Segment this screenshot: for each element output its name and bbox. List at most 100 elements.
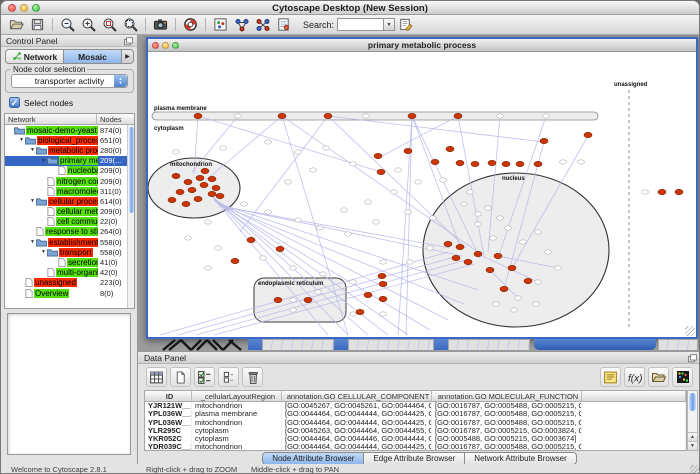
network-node-red[interactable] <box>524 278 532 283</box>
network-node-red[interactable] <box>194 196 202 201</box>
tree-row[interactable]: mosaic-demo-yeast874(0) <box>5 125 134 135</box>
table-row[interactable]: YLR295Ccytoplasm[GO:0045263, GO:0044464,… <box>145 427 686 435</box>
background-window-fragment[interactable] <box>658 339 698 350</box>
network-node-white[interactable] <box>535 280 542 284</box>
background-network-fragment[interactable] <box>161 339 246 351</box>
network-node-white[interactable] <box>578 160 585 164</box>
network-node-white[interactable] <box>415 180 422 184</box>
tree-row[interactable]: cell communicat22(0) <box>5 217 134 227</box>
table-row[interactable]: YPL036W__2plasma membrane[GO:0044464, GO… <box>145 410 686 418</box>
network-node-red[interactable] <box>168 197 176 202</box>
network-node-white[interactable] <box>380 312 387 316</box>
attr-table-icon[interactable] <box>146 367 167 387</box>
network-node-red[interactable] <box>404 148 412 153</box>
search-config-icon[interactable] <box>395 16 416 34</box>
tree-row[interactable]: ▼establishment of lo558(0) <box>5 237 134 247</box>
network-node-red[interactable] <box>379 296 387 301</box>
table-row[interactable]: YPL036W__1mitochondrion[GO:0044464, GO:0… <box>145 419 686 427</box>
network-node-white[interactable] <box>461 202 468 206</box>
tree-row[interactable]: Overview8(0) <box>5 288 134 298</box>
table-row[interactable]: YJR121W__1mitochondrion[GO:0045267, GO:0… <box>145 402 686 410</box>
network-node-red[interactable] <box>584 132 592 137</box>
new-attr-icon[interactable] <box>170 367 191 387</box>
network-node-red[interactable] <box>454 113 462 118</box>
function-icon[interactable]: f(x) <box>624 367 645 387</box>
network-node-white[interactable] <box>497 114 504 118</box>
table-row[interactable]: YDR039C__1mitochondrion[GO:0044464, GO:0… <box>145 443 686 451</box>
background-window-fragment[interactable] <box>248 339 262 350</box>
zoom-selected-icon[interactable] <box>99 16 120 34</box>
network-node-red[interactable] <box>378 273 386 278</box>
tree-row[interactable]: ▼cellular process614(0) <box>5 196 134 206</box>
matrix-icon[interactable] <box>672 367 693 387</box>
float-panel-icon[interactable] <box>123 37 134 46</box>
background-window-fragment[interactable] <box>348 339 434 350</box>
network-node-red[interactable] <box>377 169 385 174</box>
network-node-white[interactable] <box>350 312 357 316</box>
expander-triangle-icon[interactable]: ▼ <box>29 239 36 245</box>
app-resize-grip[interactable] <box>690 465 700 474</box>
network-window-titlebar[interactable]: primary metabolic process <box>148 39 696 52</box>
background-window-fragment[interactable] <box>334 339 348 350</box>
network-node-white[interactable] <box>373 220 380 224</box>
network-node-white[interactable] <box>515 296 522 300</box>
network-node-white[interactable] <box>407 260 414 264</box>
network-node-red[interactable] <box>374 153 382 158</box>
layout-blue-icon[interactable] <box>231 16 252 34</box>
network-node-white[interactable] <box>391 190 398 194</box>
network-node-red[interactable] <box>188 187 196 192</box>
network-node-red[interactable] <box>379 281 387 286</box>
network-node-white[interactable] <box>265 210 272 214</box>
network-node-red[interactable] <box>488 160 496 165</box>
expander-triangle-icon[interactable]: ▼ <box>40 158 47 164</box>
network-node-white[interactable] <box>543 114 550 118</box>
network-node-red[interactable] <box>534 161 542 166</box>
network-node-red[interactable] <box>356 309 364 314</box>
network-node-white[interactable] <box>555 266 562 270</box>
network-node-white[interactable] <box>265 140 272 144</box>
background-window-fragment[interactable] <box>448 339 530 350</box>
network-node-white[interactable] <box>511 308 518 312</box>
network-node-white[interactable] <box>560 160 567 164</box>
network-node-red[interactable] <box>304 297 312 302</box>
tree-row[interactable]: cellular metabo209(0) <box>5 207 134 217</box>
network-node-white[interactable] <box>405 210 412 214</box>
network-node-red[interactable] <box>216 193 224 198</box>
select-nodes-checkbox[interactable]: ✓ <box>9 97 20 108</box>
network-node-white[interactable] <box>185 236 192 240</box>
network-node-red[interactable] <box>194 113 202 118</box>
scroll-down-icon[interactable]: ▼ <box>688 441 697 450</box>
network-node-red[interactable] <box>444 241 452 246</box>
network-node-red[interactable] <box>516 161 524 166</box>
network-node-white[interactable] <box>545 250 552 254</box>
tree-row[interactable]: ▼biological_process651(0) <box>5 135 134 145</box>
zoom-network-window-icon[interactable] <box>172 42 179 49</box>
network-node-white[interactable] <box>350 162 357 166</box>
tab-mosaic[interactable]: Mosaic <box>64 49 122 64</box>
zoom-in-icon[interactable] <box>78 16 99 34</box>
tree-row[interactable]: ▼primary metabo209(... <box>5 156 134 166</box>
birdseye-icon[interactable] <box>210 16 231 34</box>
network-node-white[interactable] <box>475 212 482 216</box>
background-window-fragment[interactable] <box>534 339 656 350</box>
network-node-red[interactable] <box>494 253 502 258</box>
network-node-red[interactable] <box>208 191 216 196</box>
network-node-white[interactable] <box>241 202 248 206</box>
tree-row[interactable]: secretion41(0) <box>5 257 134 267</box>
background-window-fragment[interactable] <box>262 339 334 350</box>
select-attr-icon[interactable] <box>194 367 215 387</box>
network-node-white[interactable] <box>427 246 434 250</box>
network-node-white[interactable] <box>220 146 227 150</box>
network-node-white[interactable] <box>290 298 297 302</box>
network-node-red[interactable] <box>276 246 284 251</box>
network-node-white[interactable] <box>295 218 302 222</box>
scroll-up-icon[interactable]: ▲ <box>688 432 697 441</box>
zoom-fit-icon[interactable] <box>120 16 141 34</box>
label-note-icon[interactable] <box>600 367 621 387</box>
network-node-red[interactable] <box>471 161 479 166</box>
tree-row[interactable]: unassigned223(0) <box>5 278 134 288</box>
network-node-white[interactable] <box>310 168 317 172</box>
network-node-white[interactable] <box>365 200 372 204</box>
network-node-red[interactable] <box>474 251 482 256</box>
network-node-white[interactable] <box>440 178 447 182</box>
